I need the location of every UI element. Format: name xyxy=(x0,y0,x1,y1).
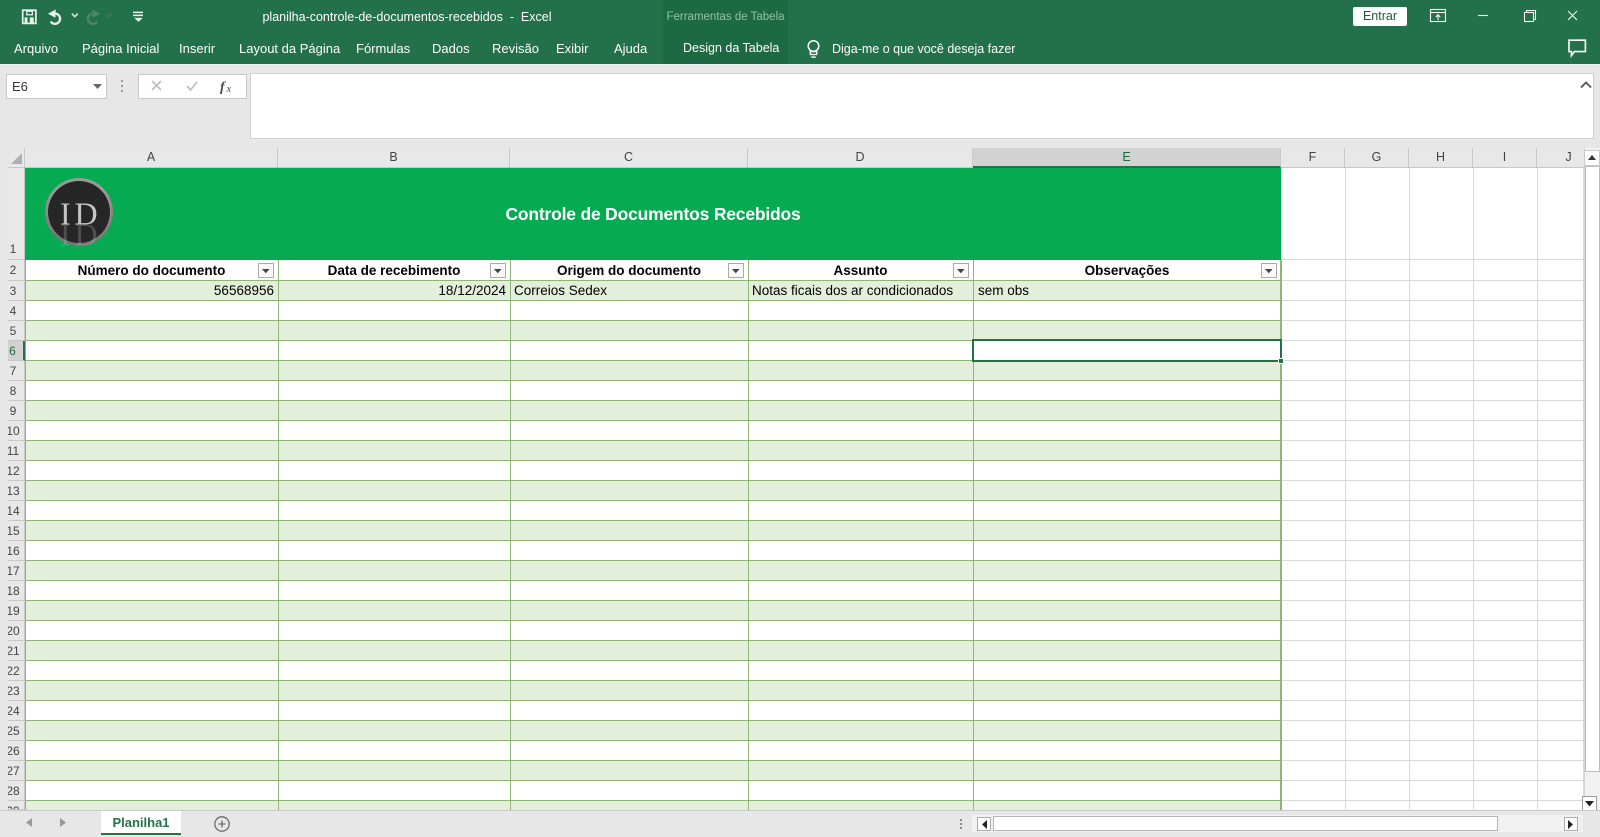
svg-text:D: D xyxy=(75,218,98,249)
svg-text:x: x xyxy=(226,84,232,95)
svg-text:I: I xyxy=(60,218,71,249)
svg-text:f: f xyxy=(220,80,226,95)
